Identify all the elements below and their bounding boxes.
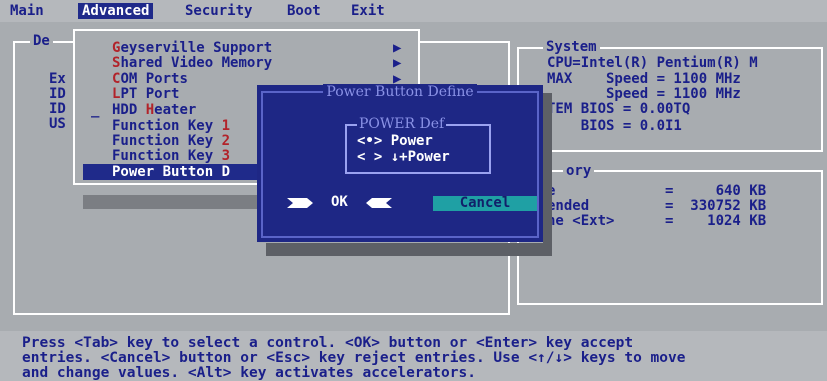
power-def-group: POWER Def <•> Power < > ↓+Power <box>345 117 491 174</box>
dash-marker: _ <box>91 102 100 118</box>
submenu-arrow-icon: ▶ <box>393 40 402 56</box>
power-button-define-dialog: Power Button Define POWER Def <•> Power … <box>257 84 543 242</box>
menu-item-label: PT Port <box>120 86 180 102</box>
ok-button-label: OK <box>331 194 348 210</box>
bios-screen: Main Advanced Security Boot Exit De Ex I… <box>0 0 827 381</box>
ok-button[interactable]: OK <box>287 195 392 211</box>
radio-option-fn-power[interactable]: < > ↓+Power <box>357 150 450 165</box>
cancel-button[interactable]: Cancel <box>433 196 537 211</box>
menu-item-label: Function Key <box>112 118 222 134</box>
group-legend: POWER Def <box>357 116 447 132</box>
memory-info-panel: ory e = 640 KB ended = 330752 KB he <Ext… <box>517 164 823 305</box>
menu-bar: Main Advanced Security Boot Exit <box>0 0 827 22</box>
submenu-arrow-icon: ▶ <box>393 55 402 71</box>
row-label: Ex <box>49 71 66 87</box>
info-line: e = 640 KB <box>547 183 767 199</box>
hotkey-letter: 1 <box>221 118 231 134</box>
menu-item-function-key-3[interactable]: Function Key 3 <box>112 149 230 164</box>
info-line: ended = 330752 KB <box>547 198 767 214</box>
row-label: US <box>49 116 66 132</box>
menu-item-com-ports[interactable]: COM Ports <box>112 72 188 87</box>
menu-item-function-key-2[interactable]: Function Key 2 <box>112 134 230 149</box>
menu-item-function-key-1[interactable]: Function Key 1 <box>112 119 230 134</box>
tab-exit[interactable]: Exit <box>347 3 389 19</box>
menu-item-lpt-port[interactable]: LPT Port <box>112 87 179 102</box>
menu-item-hdd-heater[interactable]: HDD Heater <box>112 103 196 118</box>
panel-legend: System <box>543 40 600 54</box>
dropdown-shadow <box>83 195 263 209</box>
dialog-shadow <box>543 93 552 256</box>
help-text-line: entries. <Cancel> button or <Esc> key re… <box>22 350 686 366</box>
menu-item-label: eyserville Support <box>120 40 273 56</box>
info-line: MAX Speed = 1100 MHz <box>547 71 741 87</box>
hotkey-letter: 2 <box>221 133 231 149</box>
help-text-line: and change values. <Alt> key activates a… <box>22 365 476 381</box>
hotkey-letter: 3 <box>221 148 231 164</box>
dialog-title: Power Button Define <box>257 84 543 100</box>
info-line: CPU=Intel(R) Pentium(R) M <box>547 55 758 71</box>
tab-advanced[interactable]: Advanced <box>78 3 154 19</box>
info-line: TEM BIOS = 0.00TQ <box>547 101 691 117</box>
menu-item-geyserville[interactable]: Geyserville Support <box>112 41 272 56</box>
tab-boot[interactable]: Boot <box>283 3 325 19</box>
info-line: BIOS = 0.0I1 <box>547 118 682 134</box>
panel-legend: De <box>30 34 53 48</box>
info-line: he <Ext> = 1024 KB <box>547 213 767 229</box>
menu-item-label: eater <box>154 102 197 118</box>
system-info-panel: System CPU=Intel(R) Pentium(R) M MAX Spe… <box>517 40 823 152</box>
row-label: ID <box>49 86 66 102</box>
help-bar: Press <Tab> key to select a control. <OK… <box>0 331 827 381</box>
dialog-shadow <box>266 243 551 256</box>
menu-item-power-button-define[interactable]: Power Button D <box>112 165 230 180</box>
menu-item-label: HDD <box>112 102 146 118</box>
row-label: ID <box>49 101 66 117</box>
menu-item-shared-video-memory[interactable]: Shared Video Memory <box>112 56 272 71</box>
menu-item-label: Power Button D <box>112 164 231 180</box>
panel-legend: ory <box>563 164 595 178</box>
radio-option-power[interactable]: <•> Power <box>357 134 433 149</box>
help-text-line: Press <Tab> key to select a control. <OK… <box>22 335 634 351</box>
hotkey-letter: H <box>145 102 155 118</box>
menu-item-label: hared Video Memory <box>120 55 273 71</box>
tab-security[interactable]: Security <box>181 3 256 19</box>
menu-item-label: Function Key <box>112 148 222 164</box>
cancel-button-label: Cancel <box>459 195 511 211</box>
menu-item-label: OM Ports <box>120 71 188 87</box>
menu-item-label: Function Key <box>112 133 222 149</box>
dialog-title-text: Power Button Define <box>323 84 477 100</box>
info-line: Speed = 1100 MHz <box>547 86 741 102</box>
tab-main[interactable]: Main <box>6 3 48 19</box>
